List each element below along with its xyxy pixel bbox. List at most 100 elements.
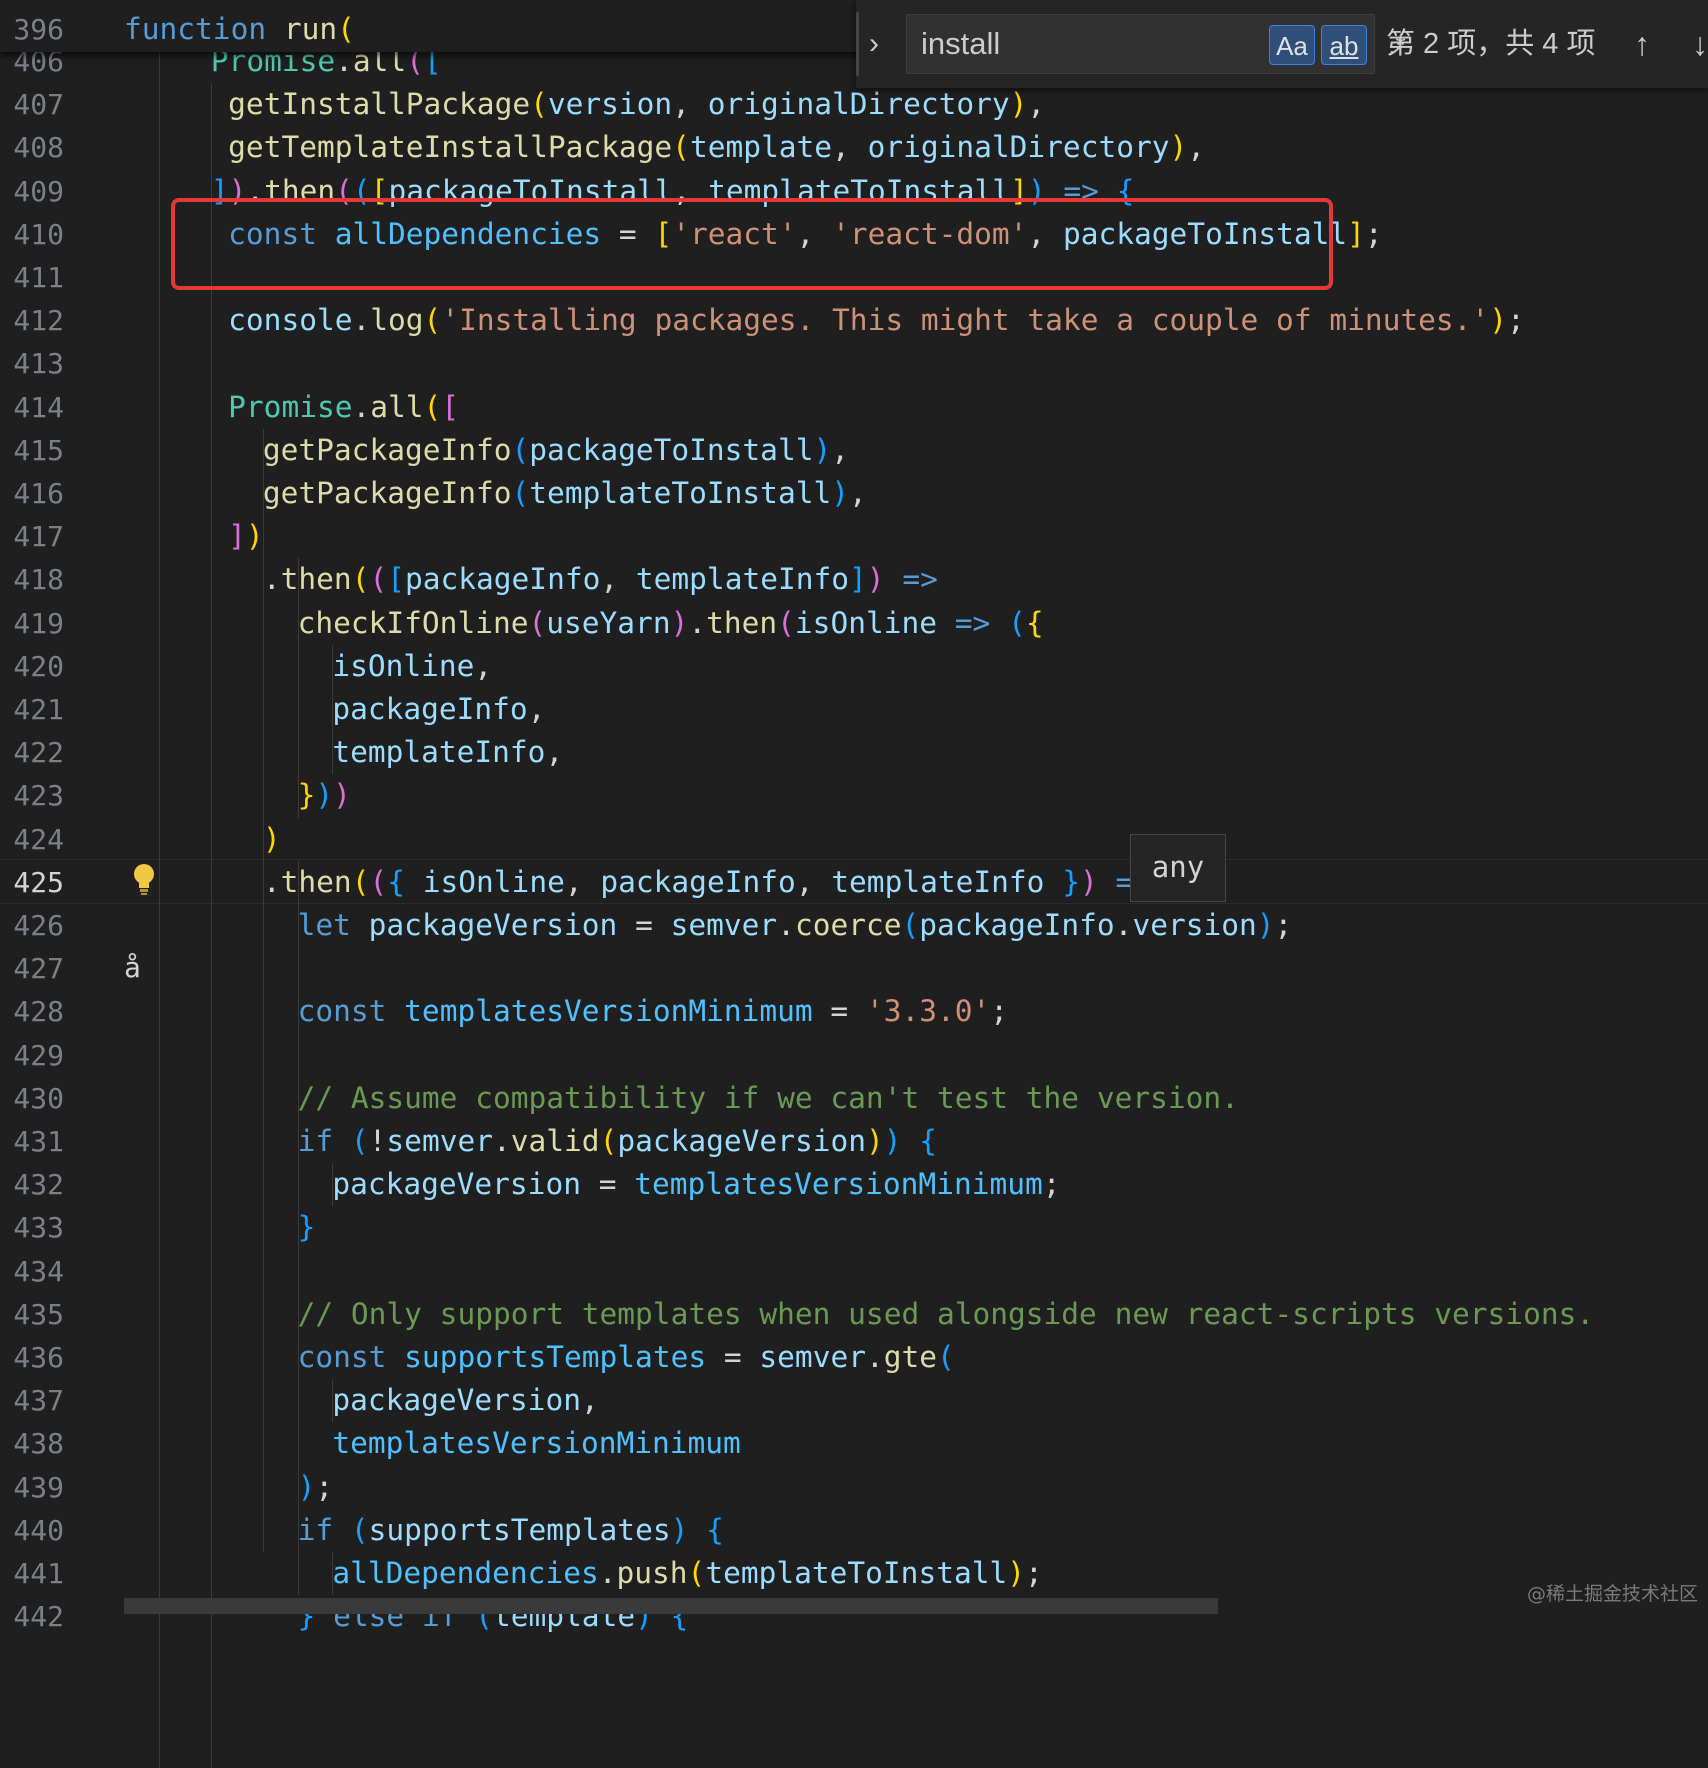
code-text: );	[298, 1466, 334, 1509]
line-number: 441	[13, 1557, 64, 1590]
code-token: supportsTemplates	[368, 1512, 671, 1547]
code-text: packageVersion = templatesVersionMinimum…	[332, 1163, 1060, 1206]
line-number: 412	[13, 304, 64, 338]
code-token: isOnline	[422, 864, 565, 899]
code-line[interactable]: 407 getInstallPackage(version, originalDi…	[0, 83, 1708, 126]
code-token: templateToInstall	[705, 1556, 1008, 1590]
code-token: supportsTemplates	[404, 1340, 707, 1374]
line-number: 429	[13, 1038, 64, 1072]
code-token: ,	[795, 864, 832, 899]
code-line[interactable]: 433}	[0, 1206, 1708, 1249]
lightbulb-icon[interactable]	[131, 862, 157, 898]
code-token: checkIfOnline	[297, 605, 529, 640]
code-text: if (supportsTemplates) {	[298, 1509, 724, 1552]
code-token: )	[245, 519, 264, 554]
code-token: (	[351, 562, 370, 597]
code-text: checkIfOnline(useYarn).then(isOnline => …	[298, 602, 1044, 645]
line-number: 420	[13, 649, 64, 683]
code-text: templateInfo,	[332, 731, 563, 774]
code-line[interactable]: 428 const templatesVersionMinimum = '3.3.…	[0, 990, 1708, 1033]
code-token: Promise	[228, 389, 353, 424]
line-number: 428	[13, 995, 64, 1029]
code-line[interactable]: 413	[0, 342, 1708, 385]
code-line[interactable]: 423}))	[0, 774, 1708, 817]
code-line[interactable]: 437 packageVersion,	[0, 1379, 1708, 1422]
previous-match-arrow-icon[interactable]: ↑	[1634, 14, 1650, 74]
code-line[interactable]: 431 if (!semver.valid(packageVersion)) {	[0, 1120, 1708, 1163]
line-number: 408	[13, 131, 64, 165]
code-text: packageVersion,	[332, 1379, 598, 1422]
line-number: 437	[13, 1384, 64, 1418]
code-text: .then(([packageInfo, templateInfo]) =>	[263, 558, 938, 601]
code-line[interactable]: 429	[0, 1034, 1708, 1077]
code-line[interactable]: 435 // Only support templates when used a…	[0, 1293, 1708, 1336]
code-line[interactable]: 414 Promise.all([	[0, 386, 1708, 429]
code-line[interactable]: 430 // Assume compatibility if we can't t…	[0, 1077, 1708, 1120]
code-editor[interactable]: 406 Promise.all([407 getInstallPackage(ver…	[0, 0, 1708, 1768]
code-token: (	[350, 1512, 369, 1547]
code-token: packageVersion	[368, 908, 618, 942]
code-line[interactable]: 416 getPackageInfo(templateToInstall),	[0, 472, 1708, 515]
code-line[interactable]: 440 if (supportsTemplates) {	[0, 1509, 1708, 1552]
code-token: '3.3.0'	[865, 994, 991, 1029]
code-line[interactable]: 408 getTemplateInstallPackage(template, o…	[0, 126, 1708, 169]
code-token: packageToInstall	[529, 432, 814, 467]
code-text: }))	[298, 774, 351, 817]
code-token: (	[337, 12, 355, 46]
code-line[interactable]: 436 const supportsTemplates = semver.gte(	[0, 1336, 1708, 1379]
code-line[interactable]: 412 console.log('Installing packages. Thi…	[0, 299, 1708, 342]
code-token: getPackageInfo	[262, 432, 512, 467]
code-token: ,	[580, 1383, 599, 1418]
code-token: =>	[902, 562, 938, 597]
code-token: semver	[386, 1124, 493, 1158]
code-token: 'Installing packages. This might take a …	[441, 303, 1490, 338]
line-number: 422	[13, 736, 64, 770]
code-line[interactable]: 418 .then(([packageInfo, templateInfo]) =…	[0, 558, 1708, 601]
match-case-toggle[interactable]: Aa	[1269, 25, 1315, 65]
code-line[interactable]: 439);	[0, 1466, 1708, 1509]
code-token: .	[262, 562, 281, 597]
code-line[interactable]: 427	[0, 947, 1708, 990]
line-number: 424	[13, 822, 64, 856]
toggle-replace-chevron-icon[interactable]: ›	[856, 12, 889, 76]
code-line[interactable]: 417])	[0, 515, 1708, 558]
find-query: install	[921, 26, 1001, 61]
code-line[interactable]: 426 let packageVersion = semver.coerce(pa…	[0, 904, 1708, 947]
code-line[interactable]: 420 isOnline,	[0, 645, 1708, 688]
whole-word-toggle[interactable]: ab	[1321, 25, 1367, 65]
code-token: (	[687, 1556, 706, 1590]
line-number: 417	[13, 520, 64, 554]
horizontal-scrollbar[interactable]	[124, 1598, 1218, 1614]
code-line[interactable]: 424)	[0, 818, 1708, 861]
code-line[interactable]: 438 templatesVersionMinimum	[0, 1422, 1708, 1465]
code-token: templateInfo	[332, 735, 546, 770]
code-text: getInstallPackage(version, originalDirec…	[228, 83, 1045, 126]
code-token: )	[333, 778, 351, 813]
find-input[interactable]: install Aa ab .*	[906, 14, 1406, 74]
code-text: getPackageInfo(templateToInstall),	[263, 472, 867, 515]
code-token: =>	[954, 605, 991, 640]
code-line[interactable]: 422 templateInfo,	[0, 731, 1708, 774]
code-line[interactable]: 432 packageVersion = templatesVersionMini…	[0, 1163, 1708, 1206]
code-token: (	[672, 130, 690, 165]
code-text: // Assume compatibility if we can't test…	[298, 1077, 1239, 1120]
code-token: (	[530, 87, 548, 122]
code-line[interactable]: 441 allDependencies.push(templateToInstal…	[0, 1552, 1708, 1595]
code-text: .then(({ isOnline, packageInfo, template…	[263, 861, 1187, 904]
code-token: .	[262, 864, 281, 899]
code-token: valid	[510, 1124, 600, 1158]
line-number: 426	[13, 909, 64, 942]
code-token: const	[297, 994, 387, 1029]
line-number: 416	[13, 477, 64, 510]
code-text: if (!semver.valid(packageVersion)) {	[298, 1120, 937, 1163]
code-token: ;	[1042, 1167, 1061, 1202]
code-line[interactable]: 415 getPackageInfo(packageToInstall),	[0, 429, 1708, 472]
find-widget[interactable]: › install Aa ab .* 第 2 项，共 4 项 ↑ ↓	[856, 0, 1708, 88]
code-line[interactable]: 434	[0, 1250, 1708, 1293]
next-match-arrow-icon[interactable]: ↓	[1692, 14, 1708, 74]
code-line[interactable]: 419 checkIfOnline(useYarn).then(isOnline …	[0, 602, 1708, 645]
code-line[interactable]: 425 .then(({ isOnline, packageInfo, templ…	[0, 861, 1708, 904]
code-line[interactable]: 421 packageInfo,	[0, 688, 1708, 731]
